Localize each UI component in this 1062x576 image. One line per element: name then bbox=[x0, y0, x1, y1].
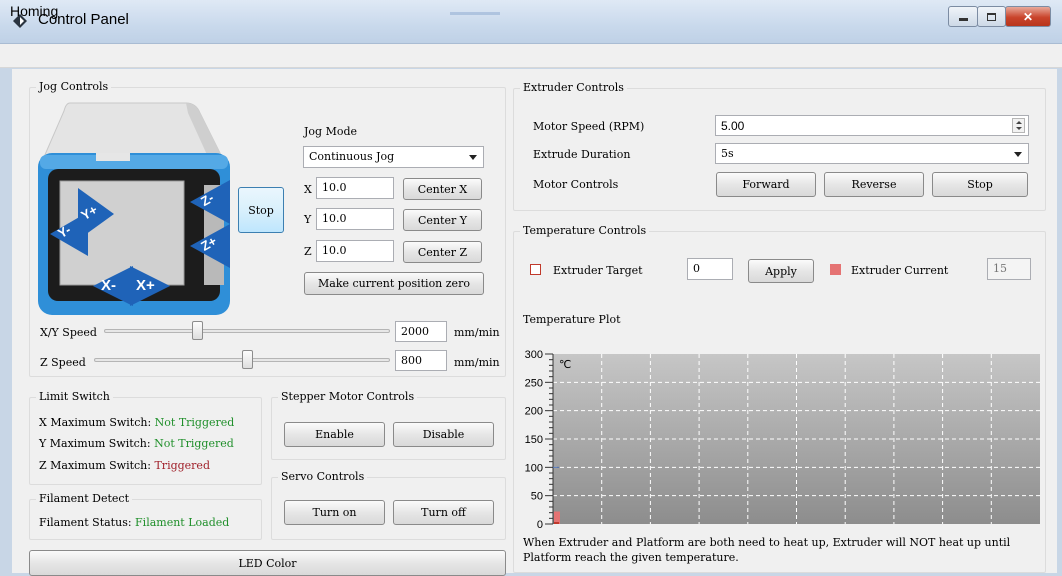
plot-unit-label: ℃ bbox=[559, 358, 571, 371]
spinner-icon[interactable] bbox=[1012, 118, 1025, 133]
jog-mode-label: Jog Mode bbox=[304, 125, 358, 138]
minimize-icon bbox=[958, 18, 968, 21]
y-max-switch-status: Not Triggered bbox=[154, 437, 234, 450]
jog-mode-select[interactable]: Continuous Jog bbox=[303, 146, 484, 168]
xy-speed-slider-thumb[interactable] bbox=[192, 321, 204, 340]
target-legend-icon bbox=[530, 264, 541, 275]
extruder-target-label: Extruder Target bbox=[553, 264, 643, 277]
jog-x-plus-label: X+ bbox=[136, 277, 155, 294]
x-step-input[interactable]: 10.0 bbox=[316, 177, 394, 199]
z-step-input[interactable]: 10.0 bbox=[316, 240, 394, 262]
plot-ytick-label: 300 bbox=[525, 349, 543, 361]
center-z-button[interactable]: Center Z bbox=[403, 241, 482, 263]
close-button[interactable]: ✕ bbox=[1005, 6, 1051, 27]
chevron-down-icon bbox=[1014, 152, 1022, 157]
stepper-motor-title: Stepper Motor Controls bbox=[278, 390, 418, 403]
jog-mode-value: Continuous Jog bbox=[309, 150, 395, 163]
y-max-switch-label: Y Maximum Switch: Not Triggered bbox=[39, 437, 234, 450]
center-x-button[interactable]: Center X bbox=[403, 178, 482, 200]
jog-controls-title: Jog Controls bbox=[36, 80, 112, 93]
z-speed-label: Z Speed bbox=[40, 356, 86, 369]
stepper-enable-button[interactable]: Enable bbox=[284, 422, 385, 447]
z-axis-label: Z bbox=[304, 245, 312, 258]
xy-speed-unit: mm/min bbox=[454, 326, 500, 339]
apply-temperature-button[interactable]: Apply bbox=[748, 259, 814, 283]
z-max-switch-status: Triggered bbox=[154, 459, 210, 472]
jog-stop-button[interactable]: Stop bbox=[238, 187, 284, 233]
plot-ytick-label: 150 bbox=[525, 434, 543, 446]
temperature-plot-label: Temperature Plot bbox=[523, 313, 621, 326]
xy-speed-label: X/Y Speed bbox=[40, 326, 97, 339]
current-legend-icon bbox=[830, 264, 841, 275]
extrude-duration-value: 5s bbox=[721, 147, 734, 160]
extruder-current-value: 15 bbox=[987, 258, 1031, 280]
temperature-plot-svg: 0 50 100 150 200 250 300 ℃ bbox=[525, 349, 1040, 531]
motor-forward-button[interactable]: Forward bbox=[716, 172, 816, 197]
jog-x-plus-button[interactable]: X+ bbox=[130, 266, 170, 306]
maximize-icon bbox=[987, 12, 996, 21]
extruder-current-label: Extruder Current bbox=[851, 264, 949, 277]
plot-ytick-label: 50 bbox=[531, 491, 543, 503]
left-border bbox=[0, 69, 12, 573]
temperature-plot: 0 50 100 150 200 250 300 ℃ bbox=[521, 346, 1046, 531]
extrude-duration-label: Extrude Duration bbox=[533, 148, 631, 161]
jog-y-plus-button[interactable]: Y+ bbox=[78, 188, 114, 240]
plot-ytick-label: 250 bbox=[525, 377, 543, 389]
background-window-ghost bbox=[420, 0, 700, 44]
servo-controls-title: Servo Controls bbox=[278, 470, 368, 483]
plot-ytick-label: 0 bbox=[537, 519, 543, 529]
motor-controls-label: Motor Controls bbox=[533, 178, 619, 191]
extruder-target-input[interactable]: 0 bbox=[687, 258, 733, 280]
z-speed-unit: mm/min bbox=[454, 356, 500, 369]
jog-x-minus-button[interactable]: X- bbox=[93, 266, 133, 306]
maximize-button[interactable] bbox=[977, 6, 1006, 27]
motor-speed-value: 5.00 bbox=[721, 119, 745, 133]
stepper-disable-button[interactable]: Disable bbox=[393, 422, 494, 447]
target-temperature-point bbox=[554, 522, 559, 524]
motor-reverse-button[interactable]: Reverse bbox=[824, 172, 924, 197]
z-speed-input[interactable]: 800 bbox=[395, 350, 447, 371]
jog-x-minus-label: X- bbox=[101, 277, 116, 294]
menu-bar bbox=[0, 44, 1062, 68]
temperature-controls-title: Temperature Controls bbox=[520, 224, 650, 237]
led-color-button[interactable]: LED Color bbox=[29, 550, 506, 576]
x-axis-label: X bbox=[304, 183, 312, 196]
make-zero-button[interactable]: Make current position zero bbox=[304, 272, 484, 295]
motor-speed-label: Motor Speed (RPM) bbox=[533, 120, 645, 133]
x-max-switch-label: X Maximum Switch: Not Triggered bbox=[39, 416, 235, 429]
chevron-down-icon bbox=[469, 155, 477, 160]
filament-status-label: Filament Status: Filament Loaded bbox=[39, 516, 230, 529]
close-icon: ✕ bbox=[1022, 9, 1034, 24]
filament-status-value: Filament Loaded bbox=[135, 516, 230, 529]
y-axis-label: Y bbox=[304, 213, 312, 226]
jog-z-plus-button[interactable]: Z+ bbox=[190, 224, 230, 268]
z-speed-slider-thumb[interactable] bbox=[241, 350, 253, 369]
extrude-duration-select[interactable]: 5s bbox=[715, 143, 1029, 164]
servo-turn-off-button[interactable]: Turn off bbox=[393, 500, 494, 525]
heating-note: When Extruder and Platform are both need… bbox=[523, 536, 1011, 564]
motor-stop-button[interactable]: Stop bbox=[932, 172, 1028, 197]
y-step-input[interactable]: 10.0 bbox=[316, 208, 394, 230]
plot-ytick-label: 200 bbox=[525, 406, 543, 418]
xy-speed-slider-track bbox=[104, 329, 390, 333]
servo-turn-on-button[interactable]: Turn on bbox=[284, 500, 385, 525]
z-max-switch-label: Z Maximum Switch: Triggered bbox=[39, 459, 210, 472]
plot-ytick-label: 100 bbox=[525, 462, 543, 474]
jog-z-minus-button[interactable]: Z- bbox=[190, 180, 230, 224]
minimize-button[interactable] bbox=[948, 6, 978, 27]
extruder-controls-title: Extruder Controls bbox=[520, 81, 627, 94]
x-max-switch-status: Not Triggered bbox=[154, 416, 235, 429]
filament-detect-title: Filament Detect bbox=[36, 492, 133, 505]
xy-speed-input[interactable]: 2000 bbox=[395, 321, 447, 342]
motor-speed-input[interactable]: 5.00 bbox=[715, 115, 1029, 136]
menu-homing[interactable]: Homing bbox=[10, 3, 58, 19]
center-y-button[interactable]: Center Y bbox=[403, 209, 482, 231]
limit-switch-title: Limit Switch bbox=[36, 390, 113, 403]
